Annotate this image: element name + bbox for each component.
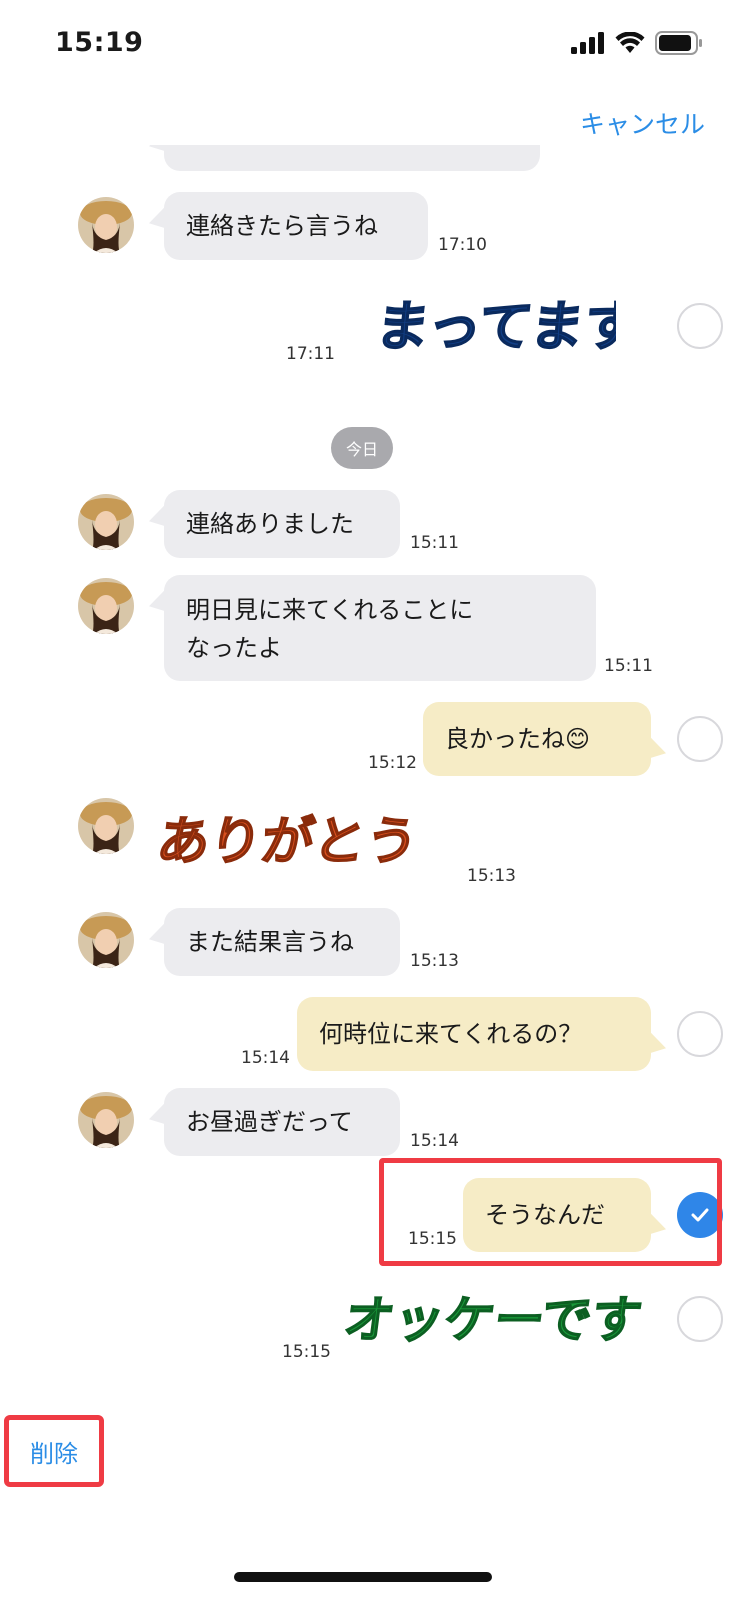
avatar-image [78, 1092, 134, 1148]
message-bubble[interactable]: また結果言うね [164, 908, 400, 976]
message-bubble[interactable]: 何時位に来てくれるの？ [297, 997, 651, 1071]
avatar[interactable] [78, 494, 134, 550]
message-text: また結果言うね [186, 928, 354, 956]
avatar[interactable] [78, 912, 134, 968]
partial-bubble [164, 145, 540, 171]
selected-message-highlight [379, 1158, 722, 1266]
sticker-text: ありがとう [160, 812, 422, 872]
partial-time [548, 151, 553, 171]
avatar-image [78, 494, 134, 550]
sticker-okke-desu[interactable]: オッケーです [340, 1273, 647, 1359]
avatar-image [78, 798, 134, 854]
message-bubble[interactable]: 良かったね😊 [423, 702, 651, 776]
sticker-text: オッケーです [345, 1290, 645, 1349]
message-text: 連絡ありました [186, 510, 354, 538]
status-bar: 15:19 [0, 0, 739, 90]
message-time: 15:14 [410, 1131, 459, 1151]
battery-icon [655, 31, 702, 55]
status-icons [571, 31, 703, 55]
message-time: 17:11 [286, 344, 335, 364]
avatar-image [78, 578, 134, 634]
cellular-signal-icon [571, 32, 604, 54]
message-text: 良かったね😊 [445, 725, 591, 753]
sticker-arigatou[interactable]: ありがとう [153, 797, 430, 879]
wifi-icon [615, 32, 645, 53]
message-text: 連絡きたら言うね [186, 212, 378, 240]
home-indicator[interactable] [234, 1572, 492, 1582]
delete-button[interactable]: 削除 [30, 1434, 78, 1469]
avatar-image [78, 912, 134, 968]
avatar[interactable] [78, 578, 134, 634]
message-time: 15:11 [410, 533, 459, 553]
select-circle[interactable] [677, 303, 723, 349]
message-bubble[interactable]: 明日見に来てくれることに なったよ [164, 575, 596, 681]
delete-highlight: 削除 [4, 1415, 104, 1487]
message-time: 15:11 [604, 656, 653, 676]
message-time: 17:10 [438, 235, 487, 255]
select-circle[interactable] [677, 716, 723, 762]
status-time: 15:19 [55, 27, 144, 58]
message-bubble[interactable]: お昼過ぎだって [164, 1088, 400, 1156]
date-separator: 今日 [331, 427, 393, 469]
message-bubble[interactable]: 連絡ありました [164, 490, 400, 558]
message-bubble[interactable]: 連絡きたら言うね [164, 192, 428, 260]
select-circle[interactable] [677, 1011, 723, 1057]
avatar[interactable] [78, 798, 134, 854]
message-time: 15:12 [368, 753, 417, 773]
sticker-matte-masu[interactable]: まってます [372, 287, 642, 361]
avatar[interactable] [78, 197, 134, 253]
message-time: 15:15 [282, 1342, 331, 1362]
message-time: 15:13 [410, 951, 459, 971]
message-time: 15:14 [241, 1048, 290, 1068]
avatar[interactable] [78, 1092, 134, 1148]
select-circle[interactable] [677, 1296, 723, 1342]
message-text: 明日見に来てくれることに なったよ [186, 596, 474, 662]
message-text: お昼過ぎだって [186, 1108, 353, 1136]
avatar-image [78, 197, 134, 253]
message-time: 15:13 [467, 866, 516, 886]
cancel-button[interactable]: キャンセル [580, 105, 705, 141]
message-text: 何時位に来てくれるの？ [319, 1020, 583, 1048]
sticker-text: まってます [376, 295, 616, 358]
